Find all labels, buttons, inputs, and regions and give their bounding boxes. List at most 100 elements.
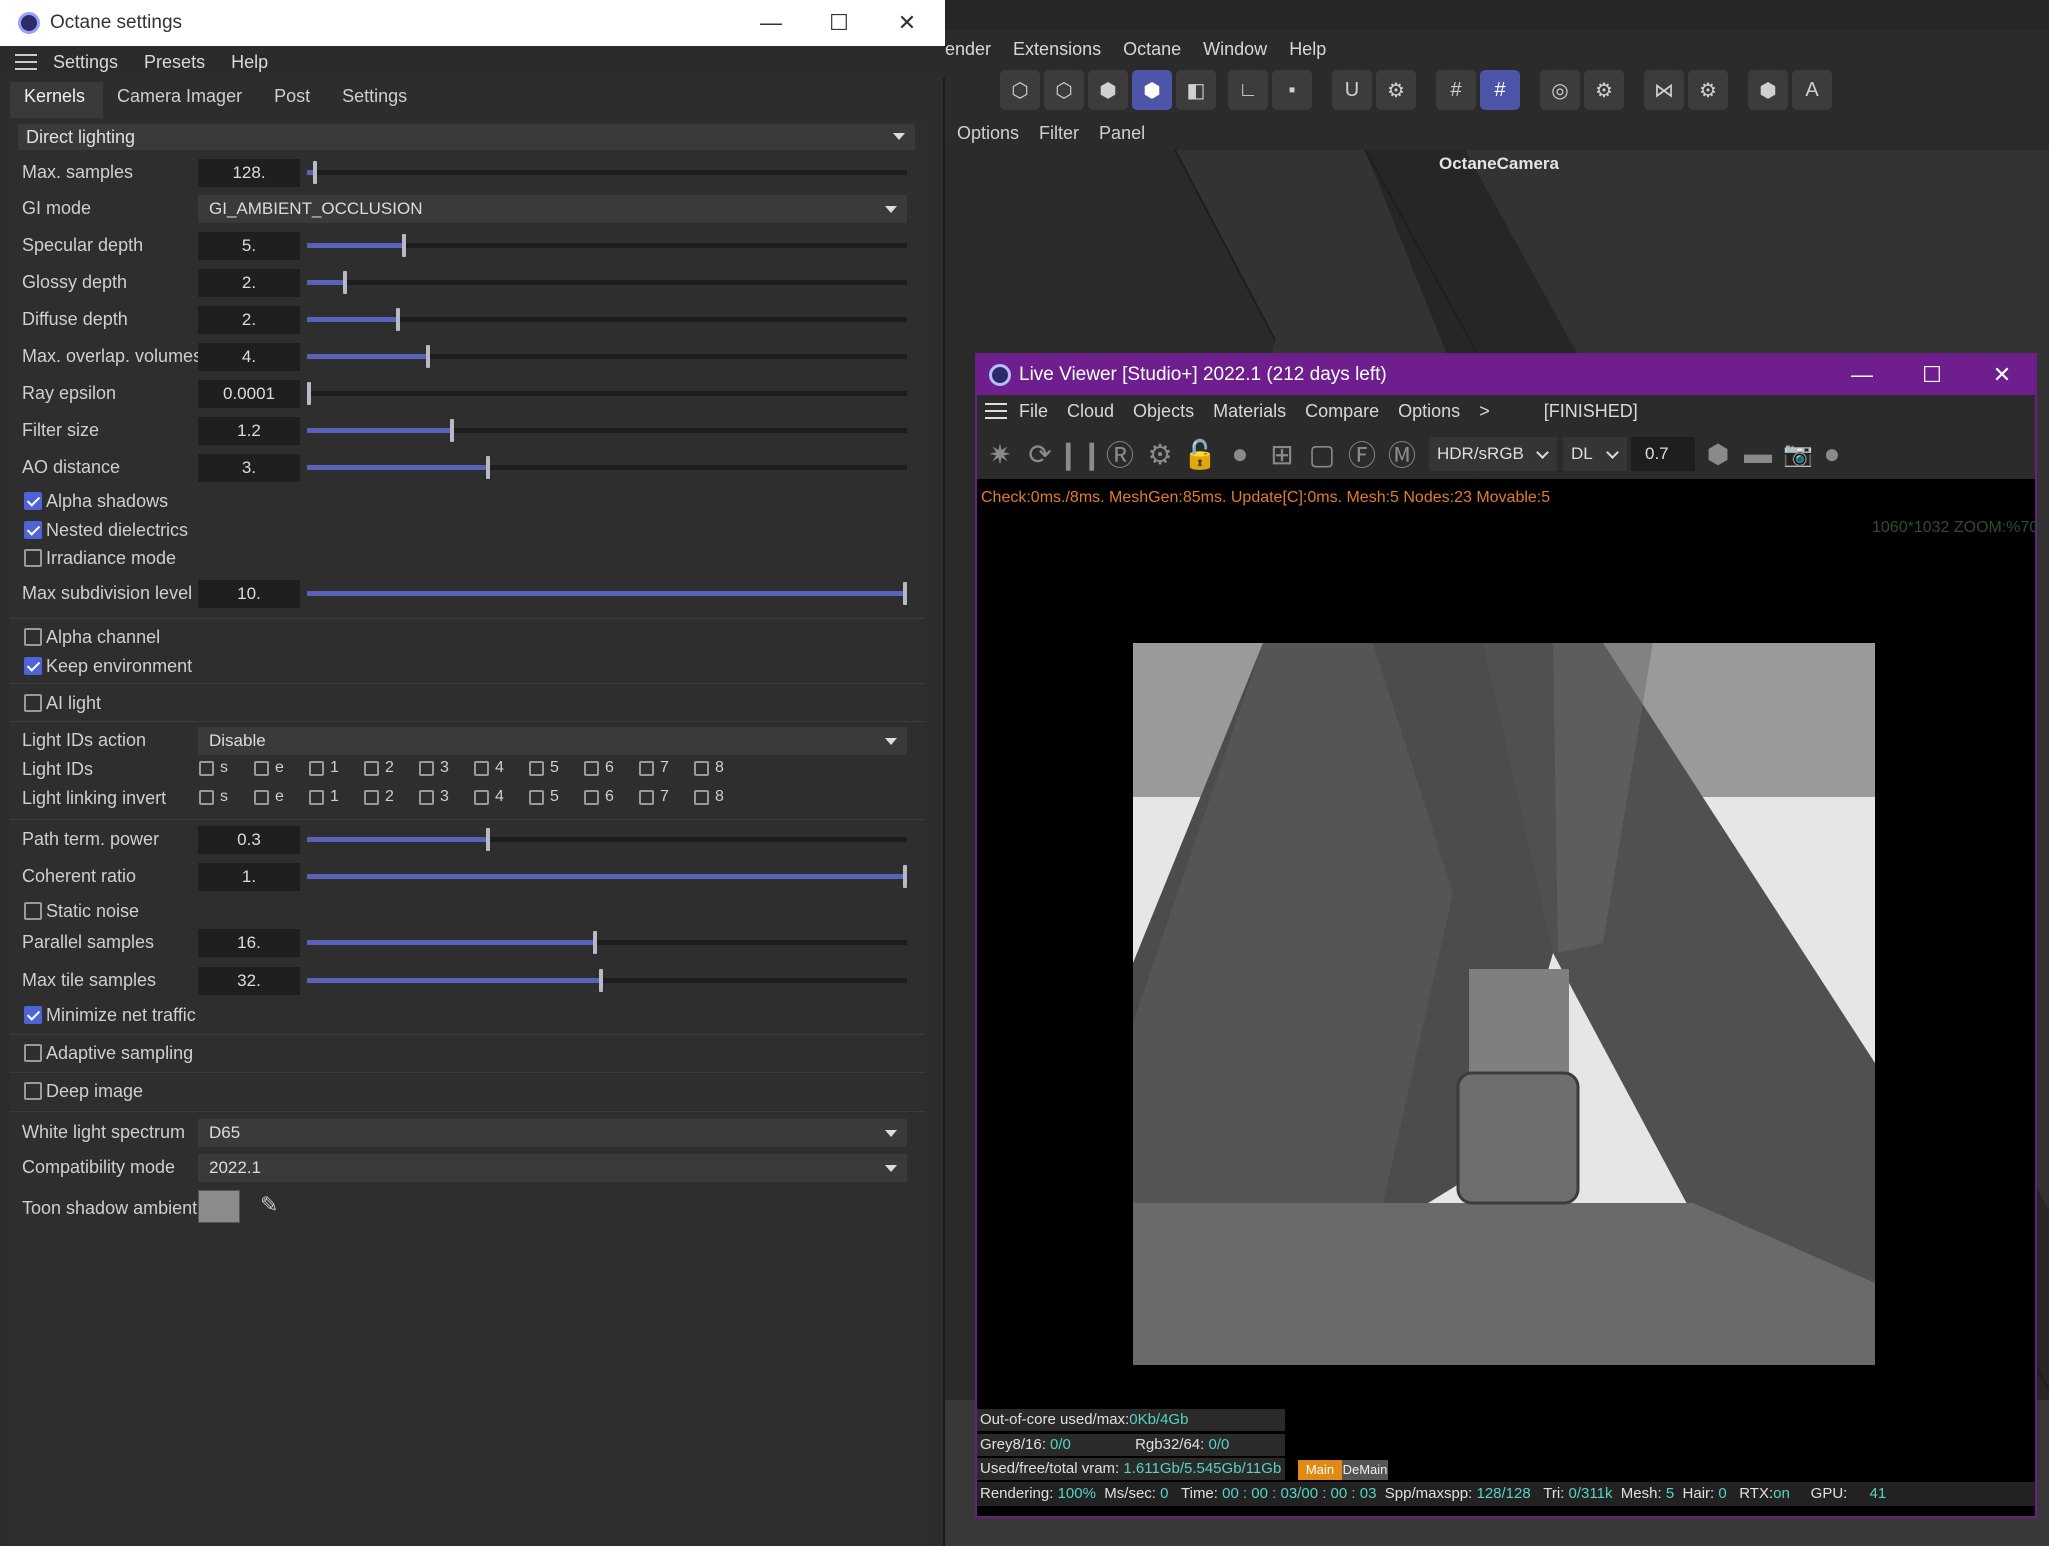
light-id-checkbox[interactable] [199,760,214,776]
add-region-icon[interactable]: ⊞ [1263,435,1301,473]
host-menu-render[interactable]: ender [945,39,991,60]
restart-render-icon[interactable]: ⟳ [1021,435,1059,473]
diffuse-depth-slider[interactable] [307,308,907,331]
model-mode-icon[interactable]: ⬢ [1132,70,1172,110]
slider-handle[interactable] [599,969,603,992]
maximize-icon[interactable]: ☐ [1897,355,1967,395]
path-term-power-input[interactable]: 0.3 [198,826,300,854]
light-id-invert-5[interactable]: 5 [529,788,559,806]
tab-settings[interactable]: Settings [328,82,425,118]
irradiance-mode-checkbox[interactable] [24,549,42,567]
viewport-menu-options[interactable]: Options [957,123,1019,144]
light-id-ids-2[interactable]: 2 [364,759,394,777]
render-image[interactable] [1133,643,1875,1365]
lv-menu-materials[interactable]: Materials [1213,401,1286,422]
viewport-menu-filter[interactable]: Filter [1039,123,1079,144]
light-id-invert-8[interactable]: 8 [694,788,724,806]
slider-handle[interactable] [486,828,490,851]
hamburger-icon[interactable] [985,403,1007,419]
camera-icon[interactable]: 📷 [1779,435,1817,473]
lv-menu-options[interactable]: Options [1398,401,1460,422]
menu-presets[interactable]: Presets [144,52,205,73]
octane-settings-titlebar[interactable]: Octane settings — ☐ ✕ [0,0,945,46]
alpha-shadows-checkbox[interactable] [24,492,42,510]
light-id-invert-6[interactable]: 6 [584,788,614,806]
parallel-samples-slider[interactable] [307,931,907,954]
slider-handle[interactable] [307,382,311,405]
max-samples-slider[interactable] [307,161,907,184]
light-id-checkbox[interactable] [474,789,489,805]
light-id-invert-7[interactable]: 7 [639,788,669,806]
irradiance-mode-row[interactable]: Irradiance mode [10,545,925,571]
glossy-depth-input[interactable]: 2. [198,269,300,297]
live-viewer-titlebar[interactable]: Live Viewer [Studio+] 2022.1 (212 days l… [977,355,2035,395]
alpha-channel-checkbox[interactable] [24,628,42,646]
light-id-ids-5[interactable]: 5 [529,759,559,777]
specular-depth-input[interactable]: 5. [198,232,300,260]
slider-handle[interactable] [450,419,454,442]
lod-icon[interactable]: A [1792,70,1832,110]
max-samples-input[interactable]: 128. [198,159,300,187]
light-id-ids-e[interactable]: e [254,759,284,777]
static-noise-row[interactable]: Static noise [10,898,925,924]
light-id-checkbox[interactable] [419,760,434,776]
light-id-checkbox[interactable] [529,760,544,776]
slider-handle[interactable] [402,234,406,257]
ao-distance-input[interactable]: 3. [198,454,300,482]
points-mode-icon[interactable]: ⬡ [1000,70,1040,110]
kernel-type-dropdown[interactable]: Direct lighting [18,124,915,150]
ai-light-checkbox[interactable] [24,694,42,712]
clay-mode-icon[interactable]: ▢ [1303,435,1341,473]
light-id-checkbox[interactable] [639,760,654,776]
exposure-input[interactable]: 0.7 [1631,437,1695,471]
light-id-invert-e[interactable]: e [254,788,284,806]
colorspace-select[interactable]: HDR/sRGB [1429,437,1557,471]
menu-help[interactable]: Help [231,52,268,73]
hamburger-icon[interactable] [15,54,37,70]
slider-handle[interactable] [903,582,907,605]
max-tile-samples-slider[interactable] [307,969,907,992]
lv-menu-file[interactable]: File [1019,401,1048,422]
main-device-badge[interactable]: Main [1298,1460,1342,1480]
light-id-checkbox[interactable] [694,789,709,805]
diffuse-depth-input[interactable]: 2. [198,306,300,334]
light-id-invert-2[interactable]: 2 [364,788,394,806]
demain-device-badge[interactable]: DeMain [1342,1460,1388,1480]
light-id-ids-4[interactable]: 4 [474,759,504,777]
slider-handle[interactable] [343,271,347,294]
light-id-checkbox[interactable] [639,789,654,805]
light-id-checkbox[interactable] [254,789,269,805]
region-render-icon[interactable]: Ⓡ [1101,435,1139,473]
texture-mode-icon[interactable]: ▪ [1272,70,1312,110]
path-term-power-slider[interactable] [307,828,907,851]
light-id-checkbox[interactable] [694,760,709,776]
max-subdivision-input[interactable]: 10. [198,580,300,608]
tab-camera-imager[interactable]: Camera Imager [103,82,260,118]
alpha-shadows-row[interactable]: Alpha shadows [10,488,925,514]
close-icon[interactable]: ✕ [873,0,941,46]
max-overlap-input[interactable]: 4. [198,343,300,371]
alpha-channel-row[interactable]: Alpha channel [10,624,925,650]
keep-environment-checkbox[interactable] [24,657,42,675]
light-id-invert-s[interactable]: s [199,788,228,806]
light-id-checkbox[interactable] [529,789,544,805]
light-id-checkbox[interactable] [364,760,379,776]
settings-gear-icon[interactable]: ⚙ [1141,435,1179,473]
light-id-checkbox[interactable] [584,760,599,776]
film-icon[interactable]: ▬ [1739,435,1777,473]
host-menu-window[interactable]: Window [1203,39,1267,60]
light-id-checkbox[interactable] [474,760,489,776]
focus-picker-icon[interactable]: Ⓕ [1343,435,1381,473]
snap-settings-icon[interactable]: ⚙ [1376,70,1416,110]
parallel-samples-input[interactable]: 16. [198,929,300,957]
maximize-icon[interactable]: ☐ [805,0,873,46]
edges-mode-icon[interactable]: ⬡ [1044,70,1084,110]
host-menu-help[interactable]: Help [1289,39,1326,60]
coherent-ratio-slider[interactable] [307,865,907,888]
axis-icon[interactable]: ∟ [1228,70,1268,110]
light-id-checkbox[interactable] [254,760,269,776]
deep-image-checkbox[interactable] [24,1082,42,1100]
nested-dielectrics-row[interactable]: Nested dielectrics [10,517,925,543]
light-id-ids-3[interactable]: 3 [419,759,449,777]
slider-handle[interactable] [593,931,597,954]
